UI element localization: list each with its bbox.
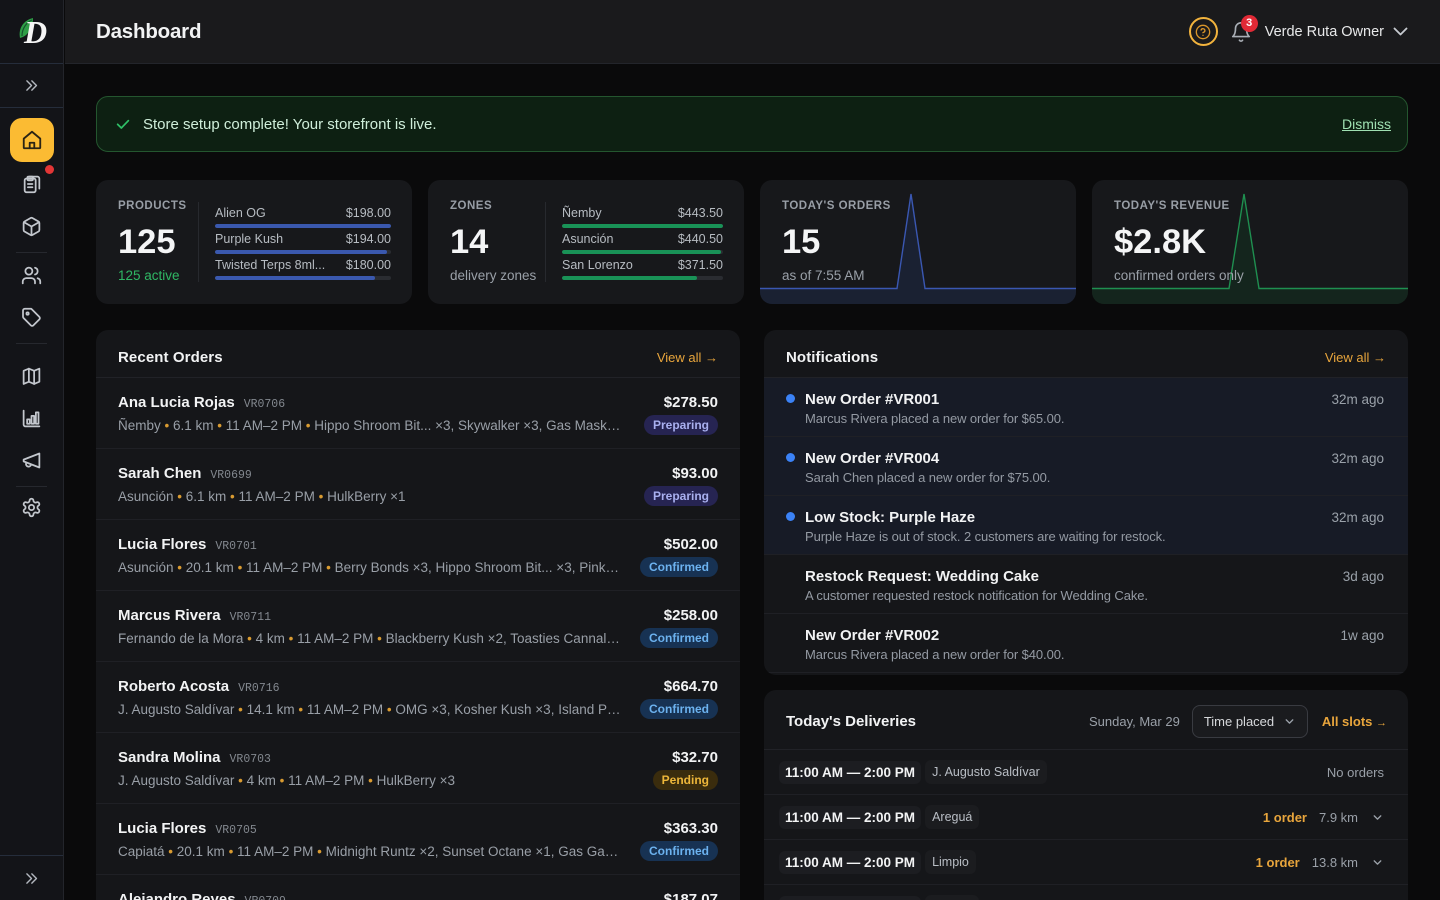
svg-text:D: D	[23, 14, 47, 50]
